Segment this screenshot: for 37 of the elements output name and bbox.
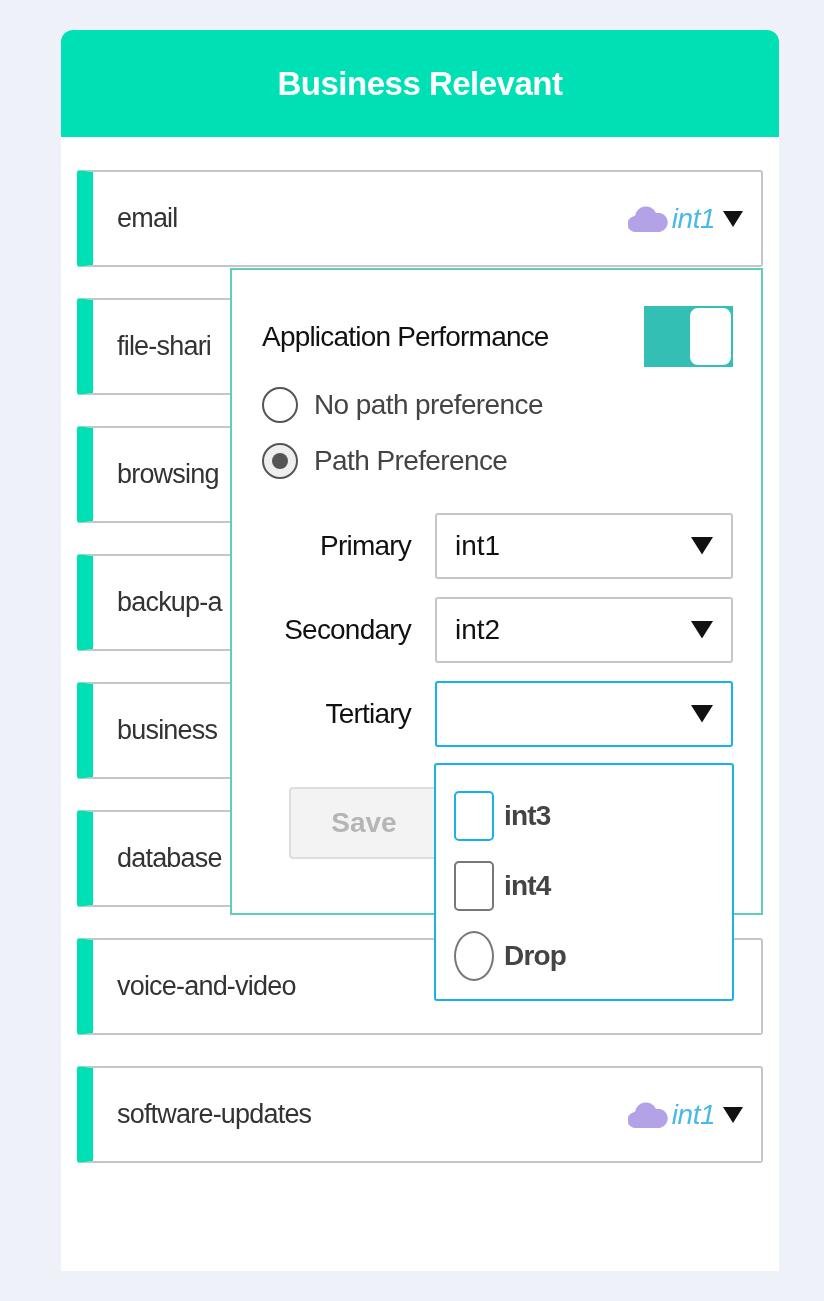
- row-label: software-updates: [117, 1099, 312, 1130]
- select-label: Primary: [319, 530, 411, 562]
- radio-button[interactable]: [454, 931, 494, 981]
- caret-icon: [691, 621, 713, 639]
- popover-title: Application Performance: [262, 320, 549, 353]
- select-field[interactable]: [434, 681, 733, 747]
- select-field[interactable]: int2: [434, 597, 733, 663]
- row-label: file-shari: [117, 331, 212, 362]
- select-field[interactable]: int1: [434, 513, 733, 579]
- radio-label: No path preference: [314, 389, 543, 421]
- interface-label: int1: [671, 1098, 715, 1131]
- row-label: database: [117, 843, 222, 874]
- select-label: Secondary: [283, 614, 411, 646]
- cloud-icon: [627, 205, 668, 232]
- option-label: int3: [504, 800, 551, 832]
- row-label: email: [117, 203, 178, 234]
- row-label: browsing: [117, 459, 219, 490]
- app-category-row[interactable]: software-updates int1: [77, 1066, 763, 1163]
- select-label: Tertiary: [324, 698, 411, 730]
- radio-label: Path Preference: [314, 445, 508, 477]
- interface-label: int1: [671, 202, 715, 235]
- toggle-switch[interactable]: [644, 306, 733, 367]
- checkbox[interactable]: [454, 861, 494, 911]
- radio-button[interactable]: [262, 387, 298, 423]
- row-label: business: [117, 715, 218, 746]
- checkbox[interactable]: [454, 791, 494, 841]
- caret-icon: [691, 537, 713, 555]
- row-label: backup-a: [117, 587, 222, 618]
- row-label: voice-and-video: [117, 971, 296, 1002]
- option-label: int4: [504, 870, 551, 902]
- caret-icon: [691, 705, 713, 723]
- header-title: Business Relevant: [277, 64, 563, 103]
- caret-icon: [723, 1106, 743, 1123]
- option-label: Drop: [504, 940, 567, 972]
- radio-button[interactable]: [262, 443, 298, 479]
- caret-icon: [723, 210, 743, 227]
- cloud-icon: [627, 1101, 668, 1128]
